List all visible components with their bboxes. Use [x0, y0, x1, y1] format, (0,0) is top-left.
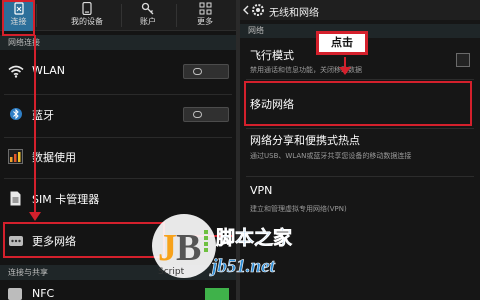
grid-icon — [199, 2, 211, 15]
nfc-toggle-on[interactable] — [205, 288, 229, 300]
setting-tethering-hotspot[interactable]: 网络分享和便携式热点 通过USB、WLAN或蓝牙共享您设备的移动数据连接 — [240, 129, 480, 173]
setting-title: 网络分享和便携式热点 — [250, 134, 360, 147]
row-divider — [4, 178, 232, 179]
settings-gear-icon — [252, 4, 264, 16]
bluetooth-icon — [10, 108, 22, 120]
wlan-toggle[interactable] — [183, 64, 229, 79]
sim-card-icon — [10, 191, 21, 206]
key-icon — [141, 2, 154, 15]
back-arrow-icon[interactable] — [243, 5, 249, 15]
phone-icon — [82, 2, 92, 15]
setting-label: 数据使用 — [32, 151, 76, 164]
tab-label: 账户 — [140, 17, 156, 26]
wifi-icon — [8, 65, 24, 78]
annotation-box-connections-tab — [2, 0, 35, 36]
wireless-header: 无线和网络 — [240, 0, 480, 20]
setting-title: 飞行模式 — [250, 49, 294, 62]
annotation-box-mobile-networks — [244, 81, 472, 126]
setting-label: SIM 卡管理器 — [32, 193, 100, 206]
svg-text:Script: Script — [158, 267, 185, 277]
setting-subtitle: 通过USB、WLAN或蓝牙共享您设备的移动数据连接 — [250, 152, 412, 160]
tab-accounts[interactable]: 账户 — [126, 0, 170, 31]
bluetooth-toggle[interactable] — [183, 107, 229, 122]
airplane-mode-checkbox[interactable] — [456, 53, 470, 67]
svg-text:脚本之家: 脚本之家 — [216, 226, 293, 249]
toggle-knob — [193, 68, 202, 75]
row-divider — [246, 176, 474, 177]
toggle-knob — [193, 111, 202, 118]
tab-divider — [121, 4, 122, 27]
svg-text:J: J — [158, 227, 177, 269]
tab-more[interactable]: 更多 — [182, 0, 228, 31]
page-title: 无线和网络 — [269, 8, 319, 19]
setting-title: VPN — [250, 184, 273, 197]
jb51-logo-graphic: J B Script 脚本之家 jb51.net — [152, 214, 293, 278]
row-divider — [246, 79, 474, 80]
settings-tab-bar: 连接 我的设备 账户 更多 — [0, 0, 236, 31]
setting-label: NFC — [32, 287, 55, 300]
tab-label: 我的设备 — [71, 17, 103, 26]
svg-text:jb51.net: jb51.net — [209, 256, 276, 277]
tab-divider — [36, 4, 37, 27]
annotation-arrowhead — [29, 212, 41, 221]
tab-divider — [176, 4, 177, 27]
annotation-arrow-down — [34, 35, 36, 213]
svg-text:B: B — [176, 227, 201, 269]
data-usage-icon — [8, 149, 23, 164]
setting-label: WLAN — [32, 64, 66, 77]
nfc-icon — [8, 288, 22, 300]
annotation-callout-click: 点击 — [316, 31, 368, 55]
jb51-watermark-logo: J B Script 脚本之家 jb51.net — [140, 206, 340, 286]
tab-my-device[interactable]: 我的设备 — [58, 0, 116, 31]
annotation-arrowhead — [339, 67, 351, 75]
tab-label: 更多 — [197, 17, 213, 26]
